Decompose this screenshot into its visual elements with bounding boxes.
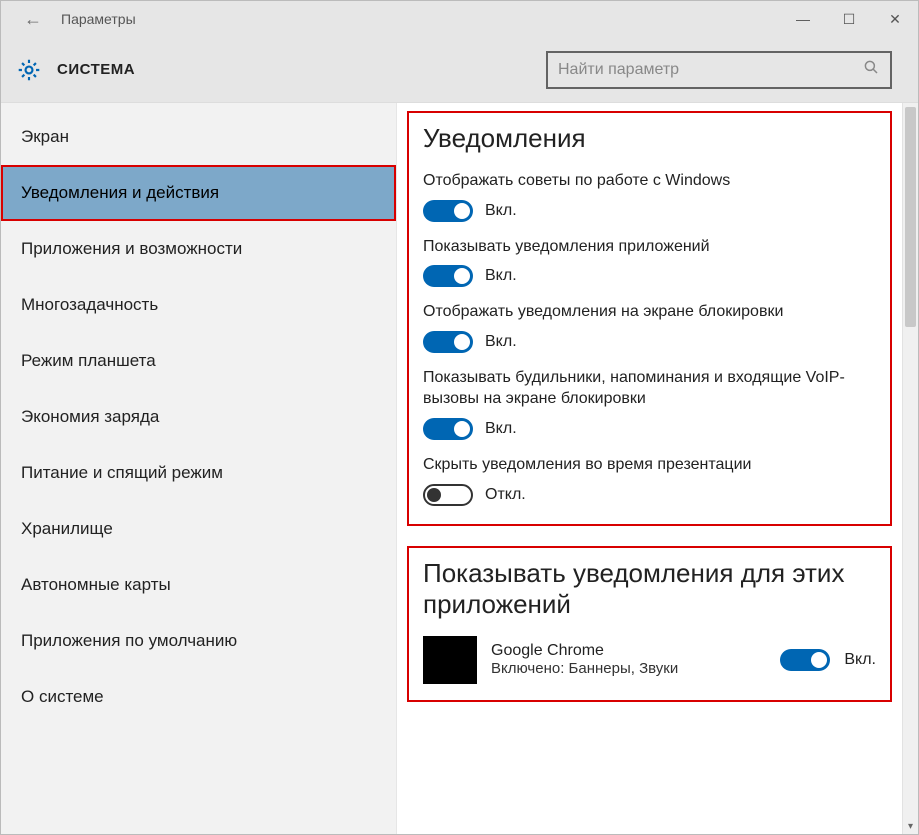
section-title: СИСТЕМА [57,61,135,78]
app-row-google-chrome[interactable]: Google Chrome Включено: Баннеры, Звуки В… [423,636,876,684]
app-icon [423,636,477,684]
option-show-windows-tips: Отображать советы по работе с Windows Вк… [423,170,876,222]
header: СИСТЕМА [1,37,918,103]
option-label: Показывать будильники, напоминания и вхо… [423,367,876,410]
minimize-button[interactable]: — [780,1,826,37]
search-icon [862,58,880,81]
gear-icon [15,56,43,84]
close-button[interactable]: ✕ [872,1,918,37]
option-show-alarms-voip: Показывать будильники, напоминания и вхо… [423,367,876,440]
titlebar: ← Параметры — ☐ ✕ [1,1,918,37]
sidebar-item-tablet-mode[interactable]: Режим планшета [1,333,396,389]
sidebar-item-display[interactable]: Экран [1,109,396,165]
sidebar-item-label: Уведомления и действия [21,183,219,202]
toggle-state-text: Вкл. [485,202,517,220]
option-hide-when-presenting: Скрыть уведомления во время презентации … [423,454,876,506]
sidebar-item-label: О системе [21,687,104,706]
content-wrap: Уведомления Отображать советы по работе … [397,103,918,834]
maximize-button[interactable]: ☐ [826,1,872,37]
option-label: Скрыть уведомления во время презентации [423,454,876,476]
sidebar-item-label: Автономные карты [21,575,171,594]
search-input[interactable] [558,61,862,79]
sidebar-item-label: Приложения и возможности [21,239,242,258]
toggle-switch[interactable] [423,331,473,353]
app-sub: Включено: Баннеры, Звуки [491,660,766,677]
option-label: Отображать советы по работе с Windows [423,170,876,192]
minimize-icon: — [796,11,810,27]
apps-notifications-panel: Показывать уведомления для этих приложен… [407,546,892,702]
toggle-switch[interactable] [423,200,473,222]
toggle-row: Откл. [423,484,876,506]
sidebar-item-about[interactable]: О системе [1,669,396,725]
sidebar-item-label: Многозадачность [21,295,158,314]
option-label: Отображать уведомления на экране блокиро… [423,301,876,323]
sidebar-item-label: Хранилище [21,519,113,538]
toggle-state-text: Вкл. [485,420,517,438]
option-show-app-notifications: Показывать уведомления приложений Вкл. [423,236,876,288]
sidebar-item-label: Питание и спящий режим [21,463,223,482]
close-icon: ✕ [889,11,901,28]
sidebar-item-multitasking[interactable]: Многозадачность [1,277,396,333]
scrollbar-thumb[interactable] [905,107,916,327]
toggle-switch[interactable] [423,484,473,506]
search-box[interactable] [546,51,892,89]
sidebar-item-storage[interactable]: Хранилище [1,501,396,557]
sidebar: Экран Уведомления и действия Приложения … [1,103,397,834]
option-label: Показывать уведомления приложений [423,236,876,258]
sidebar-item-label: Экран [21,127,69,146]
sidebar-item-apps-features[interactable]: Приложения и возможности [1,221,396,277]
settings-window: ← Параметры — ☐ ✕ СИСТЕМА [0,0,919,835]
sidebar-item-label: Экономия заряда [21,407,159,426]
toggle-switch[interactable] [780,649,830,671]
apps-heading: Показывать уведомления для этих приложен… [423,558,876,620]
sidebar-item-offline-maps[interactable]: Автономные карты [1,557,396,613]
content: Уведомления Отображать советы по работе … [397,103,902,834]
body: Экран Уведомления и действия Приложения … [1,103,918,834]
maximize-icon: ☐ [843,11,856,28]
app-name: Google Chrome [491,642,766,660]
toggle-state-text: Вкл. [485,267,517,285]
option-show-lock-screen: Отображать уведомления на экране блокиро… [423,301,876,353]
arrow-left-icon: ← [24,9,42,30]
app-text: Google Chrome Включено: Баннеры, Звуки [491,642,766,677]
notifications-heading: Уведомления [423,123,876,154]
notifications-panel: Уведомления Отображать советы по работе … [407,111,892,526]
scrollbar[interactable]: ▾ [902,103,918,834]
toggle-state-text: Откл. [485,486,526,504]
sidebar-item-label: Приложения по умолчанию [21,631,237,650]
toggle-switch[interactable] [423,265,473,287]
sidebar-item-label: Режим планшета [21,351,156,370]
back-button[interactable]: ← [13,1,53,37]
toggle-row: Вкл. [423,331,876,353]
toggle-row: Вкл. [423,265,876,287]
sidebar-item-notifications[interactable]: Уведомления и действия [1,165,396,221]
sidebar-item-power-sleep[interactable]: Питание и спящий режим [1,445,396,501]
toggle-switch[interactable] [423,418,473,440]
sidebar-item-default-apps[interactable]: Приложения по умолчанию [1,613,396,669]
toggle-row: Вкл. [423,418,876,440]
sidebar-item-battery-saver[interactable]: Экономия заряда [1,389,396,445]
toggle-state-text: Вкл. [485,333,517,351]
toggle-row: Вкл. [423,200,876,222]
chevron-down-icon[interactable]: ▾ [903,818,918,834]
window-title: Параметры [61,11,136,27]
toggle-state-text: Вкл. [844,651,876,669]
